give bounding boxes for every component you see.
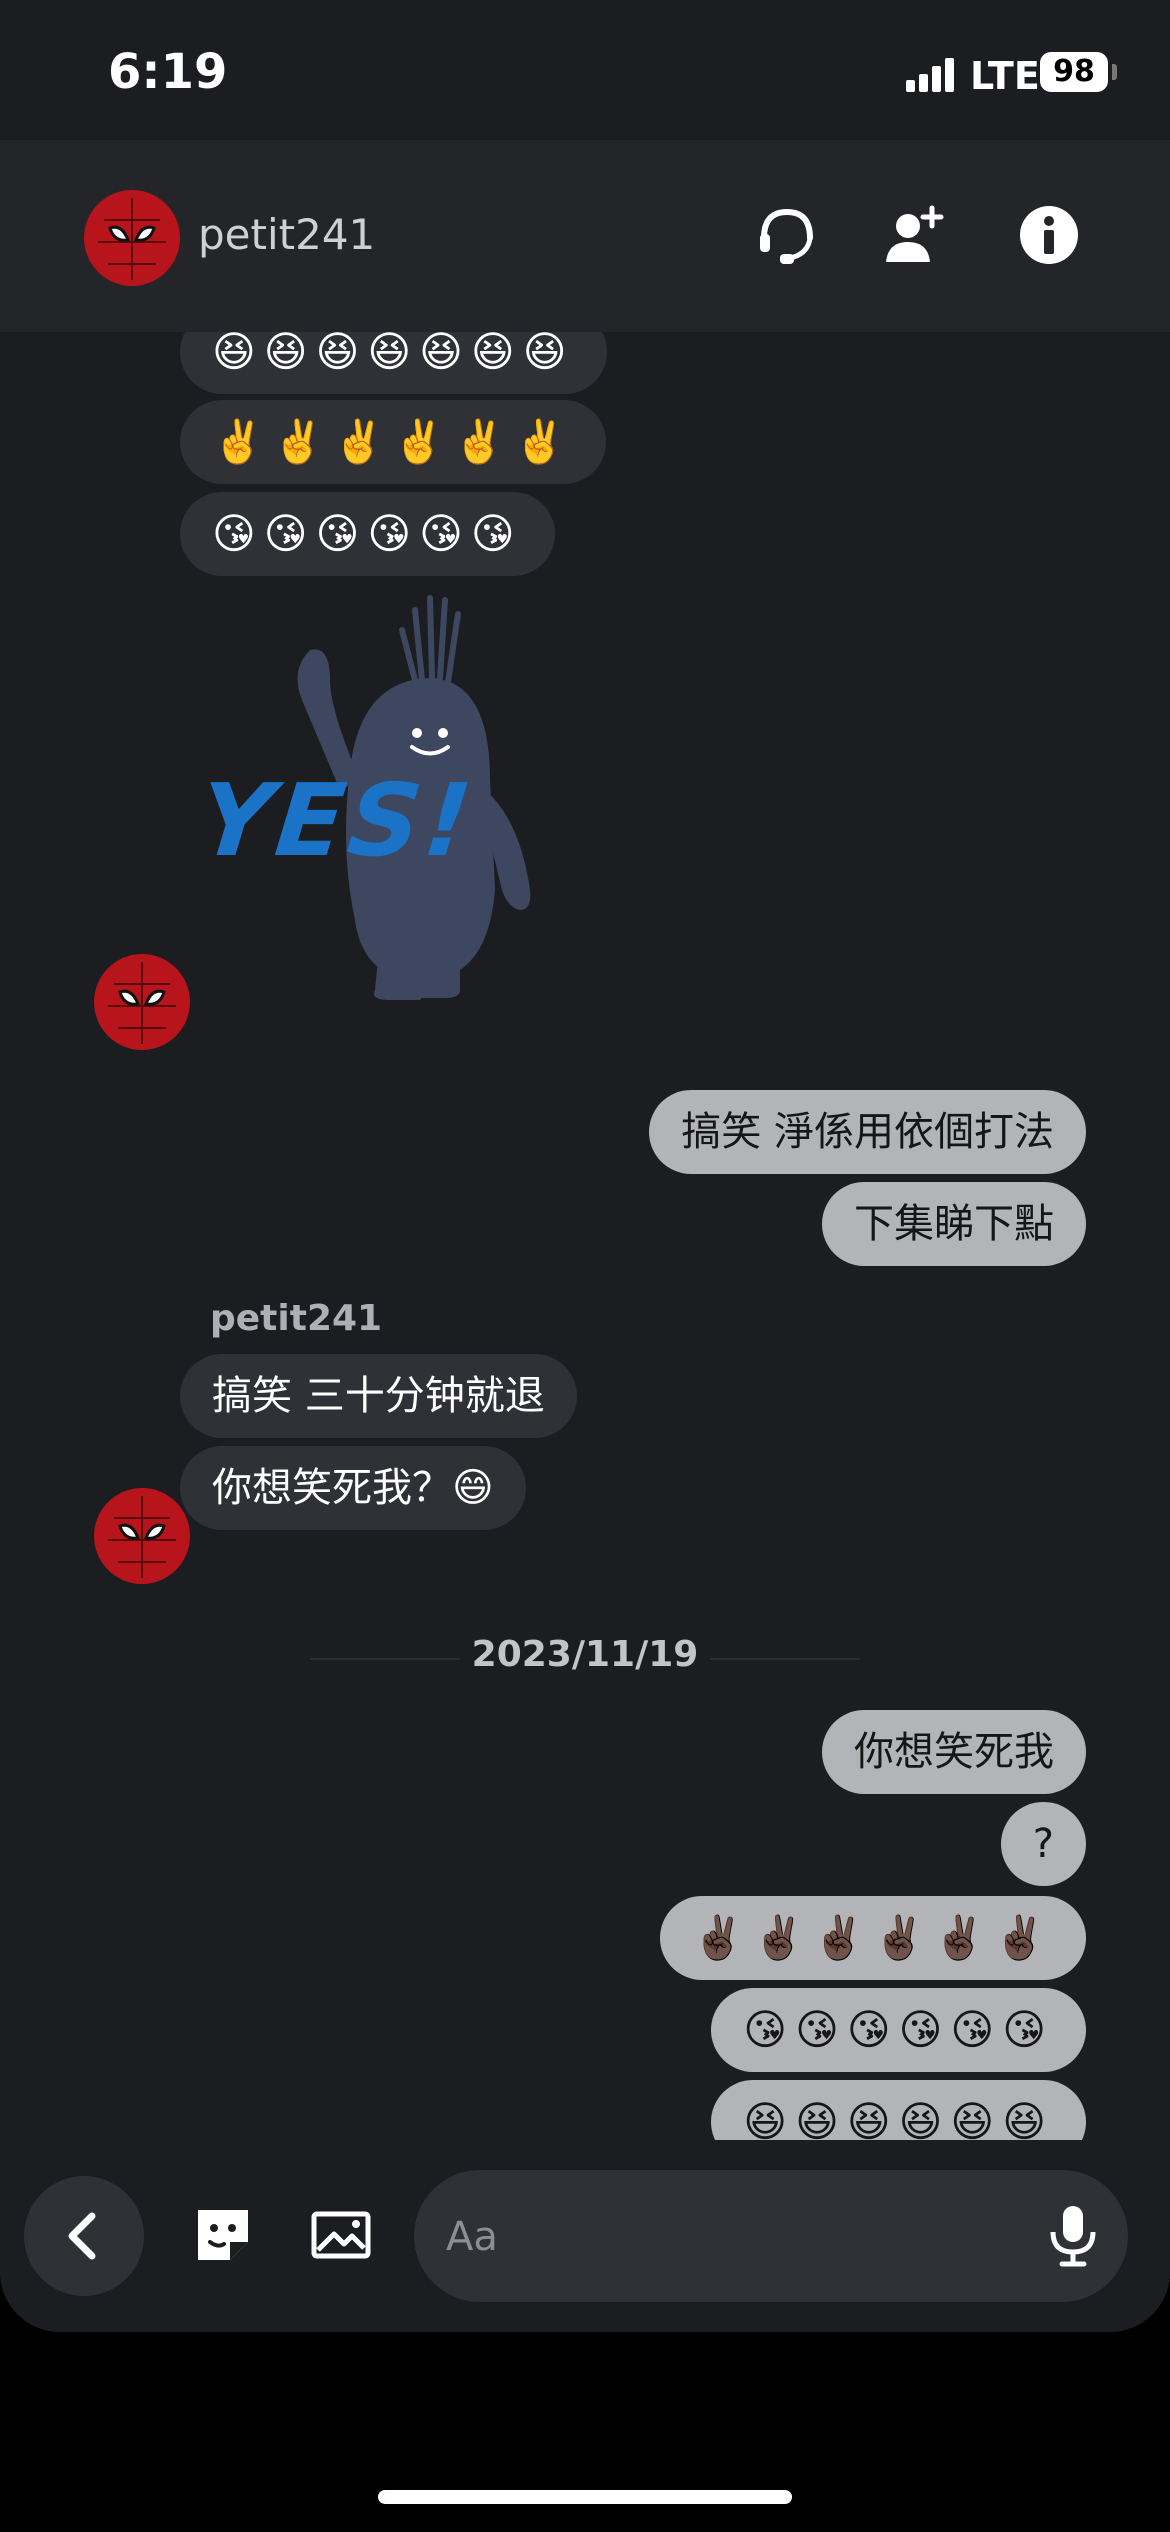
status-bar: 6:19 LTE 98 bbox=[0, 0, 1170, 140]
avatar[interactable] bbox=[84, 190, 180, 286]
avatar[interactable] bbox=[94, 954, 190, 1050]
signal-icon bbox=[906, 58, 956, 92]
spiderman-avatar-icon bbox=[84, 190, 180, 286]
info-icon[interactable] bbox=[1014, 200, 1084, 270]
gallery-button[interactable] bbox=[306, 2200, 376, 2270]
battery-icon: 98 bbox=[1040, 52, 1108, 92]
message-bubble-outgoing[interactable]: 你想笑死我 bbox=[822, 1710, 1086, 1794]
message-bubble-incoming[interactable]: 搞笑 三十分钟就退 bbox=[180, 1354, 577, 1438]
chat-header: petit241 bbox=[0, 140, 1170, 332]
date-divider-line bbox=[710, 1658, 860, 1660]
message-input[interactable] bbox=[444, 2206, 1008, 2268]
battery-tip bbox=[1112, 64, 1117, 80]
avatar[interactable] bbox=[94, 1488, 190, 1584]
headset-icon[interactable] bbox=[752, 200, 822, 270]
contact-name[interactable]: petit241 bbox=[198, 210, 375, 259]
message-bubble-outgoing[interactable]: ✌🏿✌🏿✌🏿✌🏿✌🏿✌🏿 bbox=[660, 1896, 1086, 1980]
microphone-icon bbox=[1050, 2206, 1096, 2267]
back-icon bbox=[68, 2212, 96, 2260]
message-bubble-outgoing[interactable]: 下集睇下點 bbox=[822, 1182, 1086, 1266]
chat-screen: 😆😆😆😆😆😆😆 ✌️✌️✌️✌️✌️✌️ 😘😘😘😘😘😘 YES! 搞笑 淨係用依… bbox=[0, 0, 1170, 2332]
composer-bar bbox=[0, 2140, 1170, 2332]
message-input-container[interactable] bbox=[414, 2170, 1128, 2302]
message-bubble-outgoing[interactable]: ? bbox=[1000, 1802, 1086, 1886]
spiderman-avatar-icon bbox=[94, 1488, 190, 1584]
spiderman-avatar-icon bbox=[94, 954, 190, 1050]
message-bubble-incoming[interactable]: 你想笑死我？😄 bbox=[180, 1446, 526, 1530]
sender-name: petit241 bbox=[210, 1298, 383, 1339]
status-time: 6:19 bbox=[108, 44, 228, 100]
message-bubble-incoming[interactable]: 😘😘😘😘😘😘 bbox=[180, 492, 555, 576]
sticker-icon bbox=[198, 2210, 248, 2260]
date-separator: 2023/11/19 bbox=[471, 1634, 699, 1675]
image-icon bbox=[311, 2211, 371, 2259]
message-bubble-incoming[interactable]: ✌️✌️✌️✌️✌️✌️ bbox=[180, 400, 606, 484]
sticker-button[interactable] bbox=[188, 2200, 258, 2270]
microphone-button[interactable] bbox=[1038, 2200, 1108, 2270]
yes-sticker[interactable]: YES! bbox=[190, 590, 650, 1010]
network-type: LTE bbox=[970, 54, 1040, 98]
back-button[interactable] bbox=[24, 2176, 144, 2296]
add-person-icon[interactable] bbox=[878, 200, 948, 270]
sticker-text: YES! bbox=[193, 762, 481, 879]
message-bubble-outgoing[interactable]: 搞笑 淨係用依個打法 bbox=[649, 1090, 1086, 1174]
home-indicator[interactable] bbox=[378, 2490, 792, 2504]
message-bubble-outgoing[interactable]: 😘😘😘😘😘😘 bbox=[711, 1988, 1086, 2072]
